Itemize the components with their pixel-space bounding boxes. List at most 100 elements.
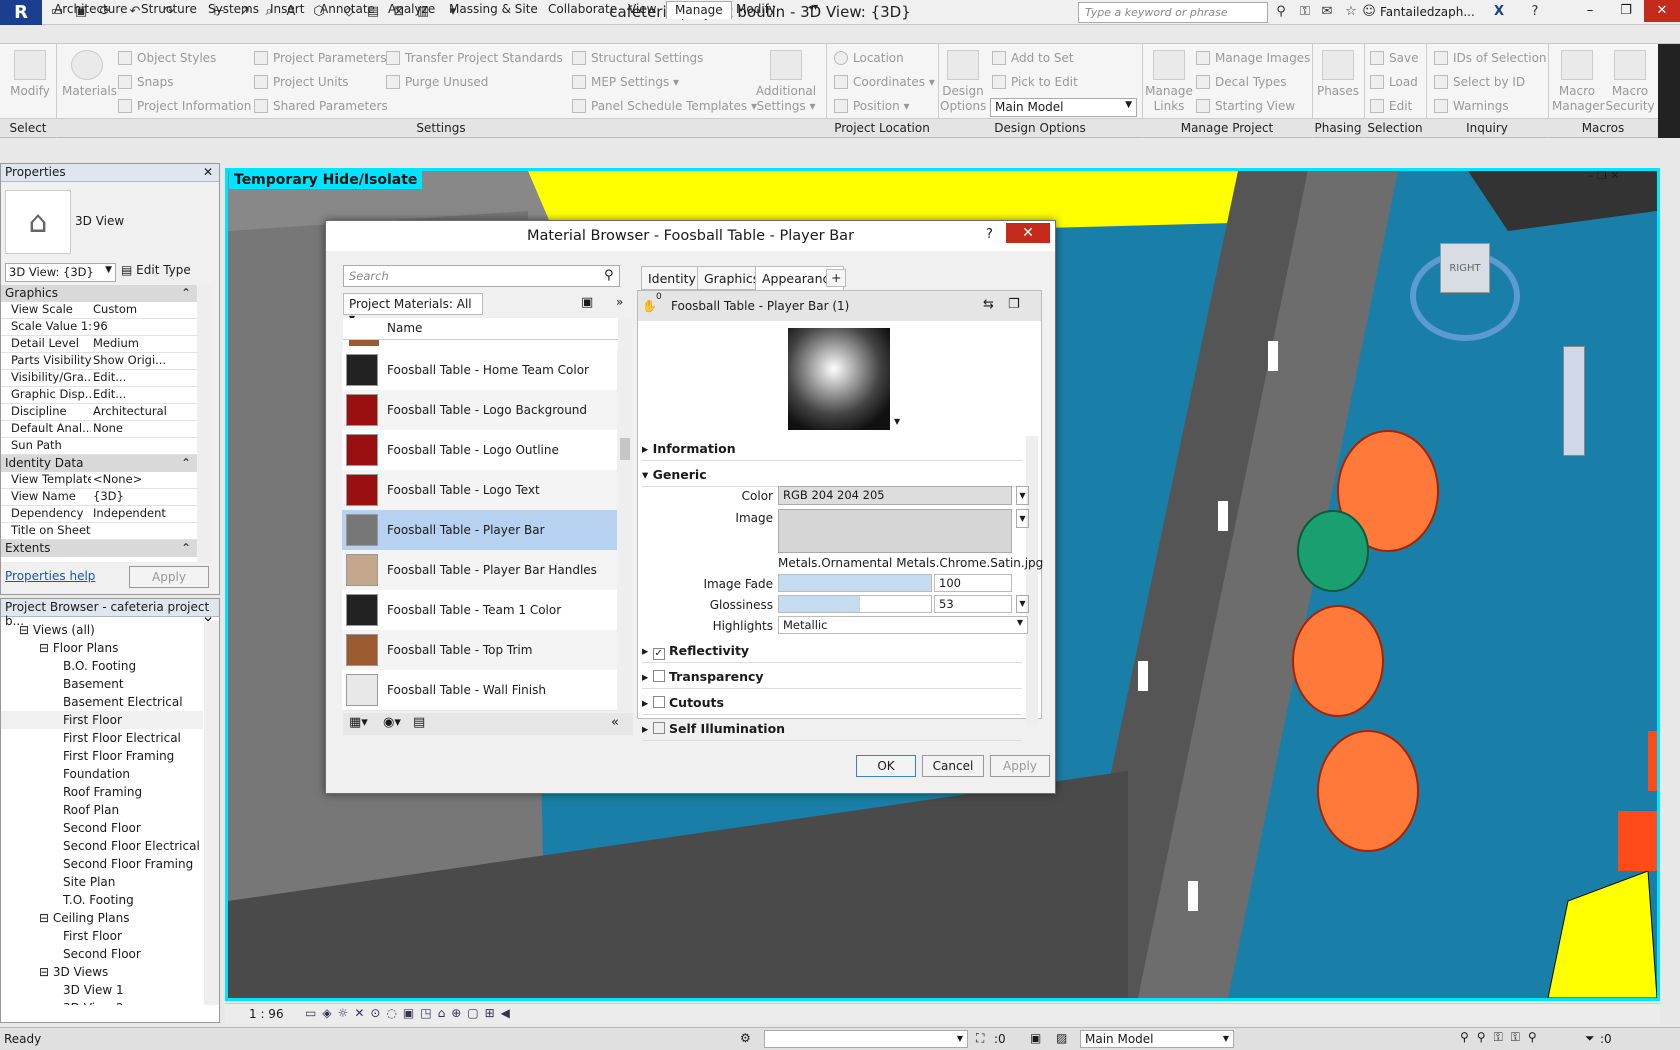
material-list-item[interactable]: Foosball Table - Logo Background — [342, 390, 617, 431]
material-list-item[interactable]: Foosball Table - Player Bar — [342, 510, 617, 551]
apply-button[interactable]: Apply — [990, 755, 1050, 777]
load-selection-button[interactable]: Load — [1370, 75, 1418, 89]
property-value[interactable]: Independent — [93, 506, 183, 520]
cutouts-checkbox[interactable] — [652, 696, 665, 708]
image-thumbnail[interactable] — [778, 509, 1012, 553]
design-options-status-icon[interactable]: ▣ — [1030, 1031, 1041, 1045]
manage-links-button[interactable]: Manage Links — [1144, 50, 1194, 114]
property-value[interactable]: <None> — [93, 472, 183, 486]
viewcube[interactable]: RIGHT — [1440, 243, 1490, 293]
exchange-apps-icon[interactable]: X — [1490, 3, 1508, 21]
section-generic[interactable]: ▾ Generic — [642, 463, 1022, 487]
infocenter-search-input[interactable]: Type a keyword or phrase — [1078, 2, 1268, 23]
property-value[interactable]: Show Origi... — [93, 353, 183, 367]
view-options-icon[interactable]: » — [616, 295, 623, 309]
browser-view-item[interactable]: B.O. Footing — [1, 657, 203, 675]
browser-view-item[interactable]: Second Floor Electrical — [1, 837, 203, 855]
location-button[interactable]: Location — [834, 51, 904, 65]
tab-collaborate[interactable]: Collaborate — [540, 1, 625, 19]
browser-view-item[interactable]: First Floor — [1, 711, 203, 729]
cancel-button[interactable]: Cancel — [922, 755, 984, 777]
tab-identity[interactable]: Identity — [641, 266, 703, 290]
material-list-item[interactable]: Foosball Table - Home Team Color — [342, 350, 617, 391]
glossiness-value[interactable]: 53 — [934, 595, 1012, 613]
close-window-button[interactable]: ✕ — [1644, 0, 1680, 22]
tab-massing-site[interactable]: Massing & Site — [441, 1, 546, 19]
object-styles-button[interactable]: Object Styles — [118, 51, 216, 65]
highlights-select[interactable]: Metallic ▼ — [778, 616, 1028, 634]
add-tab-button[interactable]: + — [826, 269, 847, 287]
workset-select[interactable]: ▼ — [764, 1030, 968, 1048]
navigation-bar[interactable] — [1563, 346, 1585, 456]
browser-view-item[interactable]: Basement Electrical — [1, 693, 203, 711]
material-list-item[interactable]: Foosball Table - Player Bar Handles — [342, 550, 617, 591]
position-button[interactable]: Position ▾ — [834, 99, 910, 113]
browser-view-item[interactable]: Second Floor Framing — [1, 855, 203, 873]
browser-view-item[interactable]: Foundation — [1, 765, 203, 783]
browser-view-item[interactable]: 3D View 2 — [1, 999, 203, 1005]
warnings-button[interactable]: Warnings — [1434, 99, 1509, 113]
browser-view-item[interactable]: Roof Plan — [1, 801, 203, 819]
property-value[interactable]: Edit... — [93, 387, 183, 401]
decal-types-button[interactable]: Decal Types — [1196, 75, 1287, 89]
browser-view-item[interactable]: Basement — [1, 675, 203, 693]
image-fade-slider[interactable] — [778, 574, 932, 592]
browser-scrollbar[interactable] — [204, 621, 219, 1005]
tab-annotate[interactable]: Annotate — [312, 1, 383, 19]
properties-scrollbar[interactable] — [198, 285, 212, 562]
macro-security-button[interactable]: Macro Security — [1604, 50, 1656, 114]
panel-schedule-templates-button[interactable]: Panel Schedule Templates ▾ — [572, 99, 757, 113]
preview-options-icon[interactable]: ▼ — [894, 417, 900, 426]
tab-systems[interactable]: Systems — [200, 1, 267, 19]
purge-unused-button[interactable]: Purge Unused — [386, 75, 488, 89]
help-icon[interactable]: ? — [1526, 3, 1544, 21]
view-scale[interactable]: 1 : 96 — [249, 1007, 284, 1021]
color-field[interactable]: RGB 204 204 205 — [778, 486, 1012, 505]
material-list-item[interactable]: Foosball Table - Top Trim — [342, 630, 617, 671]
starting-view-button[interactable]: Starting View — [1196, 99, 1295, 113]
browser-view-item[interactable]: First Floor Electrical — [1, 729, 203, 747]
property-value[interactable]: Medium — [93, 336, 183, 350]
reflectivity-checkbox[interactable]: ✓ — [652, 648, 665, 660]
column-header-name[interactable]: Name — [343, 318, 618, 340]
select-by-id-button[interactable]: Select by ID — [1434, 75, 1525, 89]
save-selection-button[interactable]: Save — [1370, 51, 1418, 65]
view-control-icons[interactable]: ▭◈☼✕⊙◌▣◳⌂⊕▢⊞◀ — [305, 1006, 516, 1020]
material-filter-breadcrumb[interactable]: Project Materials: All ▾ — [343, 293, 483, 325]
view-window-controls[interactable]: – ❐ ✕ — [1588, 171, 1620, 182]
apply-properties-button[interactable]: Apply — [129, 566, 209, 588]
image-dropdown-icon[interactable]: ▼ — [1016, 509, 1029, 528]
browser-view-item[interactable]: Roof Framing — [1, 783, 203, 801]
close-icon[interactable]: ✕ — [203, 165, 213, 179]
exclude-options-icon[interactable]: ▨ — [1056, 1031, 1067, 1045]
application-menu-button[interactable]: R — [0, 0, 42, 25]
active-design-option-select[interactable]: Main Model ▼ — [1080, 1030, 1234, 1048]
section-information[interactable]: ▸ Information — [642, 437, 1022, 461]
selection-settings-icons[interactable]: ⚲⚲⚿⚿⚲ — [1460, 1030, 1545, 1045]
folder-icon[interactable]: ▦▾ — [349, 715, 368, 730]
color-dropdown-icon[interactable]: ▼ — [1016, 486, 1029, 505]
project-parameters-button[interactable]: Project Parameters — [254, 51, 387, 65]
coordinates-button[interactable]: Coordinates ▾ — [834, 75, 935, 89]
group-extents[interactable]: Extents ⌃ — [1, 540, 197, 557]
material-list-item[interactable]: Foosball Table - Team 1 Color — [342, 590, 617, 631]
property-value[interactable]: Architectural — [93, 404, 183, 418]
worksets-icon[interactable]: ⚙ — [740, 1031, 751, 1045]
macro-manager-button[interactable]: Macro Manager — [1552, 50, 1605, 114]
material-list-item[interactable]: Foosball Table - Logo Text — [342, 470, 617, 511]
modify-button[interactable]: Modify — [8, 50, 52, 99]
edit-selection-button[interactable]: Edit — [1370, 99, 1412, 113]
browser-view-item[interactable]: Second Floor — [1, 945, 203, 963]
panel-select-label[interactable]: Select — [0, 118, 56, 137]
materials-button[interactable]: Materials — [62, 50, 117, 99]
favorites-icon[interactable]: ☆ — [1342, 3, 1360, 21]
tab-modify[interactable]: Modify — [728, 1, 784, 19]
tab-insert[interactable]: Insert — [262, 1, 312, 19]
browser-view-item[interactable]: First Floor Framing — [1, 747, 203, 765]
browser-view-item[interactable]: First Floor — [1, 927, 203, 945]
structural-settings-button[interactable]: Structural Settings — [572, 51, 703, 65]
browser-tree-node[interactable]: ⊟ Views (all) — [1, 621, 203, 639]
transparency-checkbox[interactable] — [652, 670, 665, 682]
add-to-set-button[interactable]: Add to Set — [992, 51, 1074, 65]
properties-help-link[interactable]: Properties help — [5, 569, 95, 583]
